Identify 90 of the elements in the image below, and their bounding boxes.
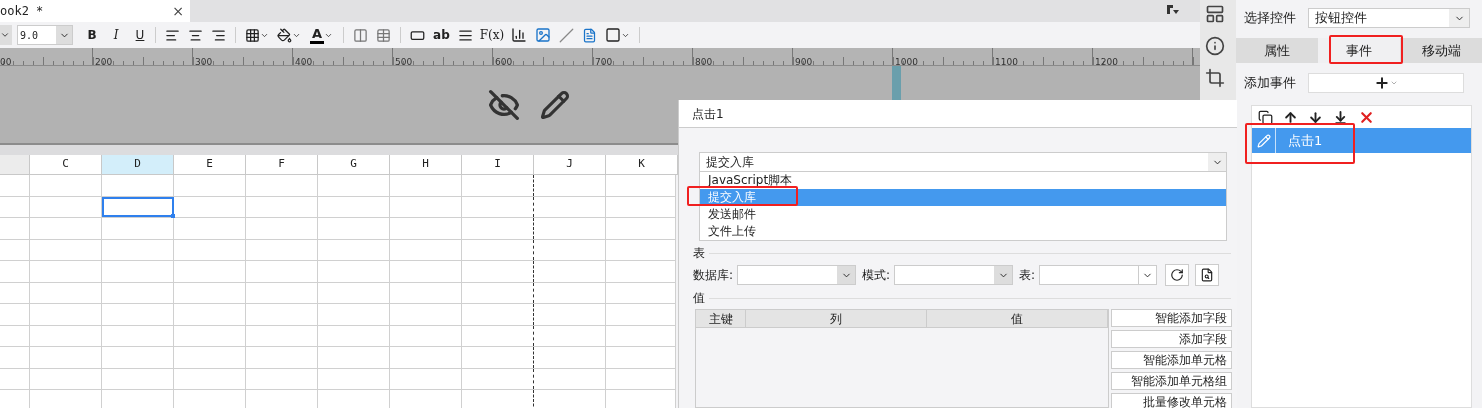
align-left-icon (165, 27, 180, 43)
bar-chart-icon (511, 27, 528, 43)
font-color-button[interactable]: A (306, 24, 338, 46)
ruler-label: 1200 (1095, 57, 1118, 65)
paint-bucket-icon (277, 27, 292, 43)
dropdown-option[interactable]: 发送邮件 (700, 206, 1226, 223)
action-button[interactable]: 智能添加字段 (1111, 309, 1232, 327)
field-label: 数据库: (693, 267, 734, 284)
action-button[interactable]: 智能添加单元格组 (1111, 372, 1232, 390)
slash-icon (559, 27, 575, 43)
align-center-icon (188, 27, 203, 43)
select-field[interactable] (1039, 265, 1158, 285)
ruler-label: 500 (395, 57, 413, 65)
column-header[interactable]: E (174, 155, 246, 175)
ruler-label: 1000 (895, 57, 918, 65)
document-tab[interactable]: ook2 * × (0, 0, 190, 22)
format-button[interactable]: I (107, 25, 125, 45)
field-label: 模式: (862, 267, 891, 284)
plus-icon (1374, 75, 1390, 91)
action-button[interactable]: 批量修改单元格 (1111, 393, 1232, 408)
column-header[interactable]: J (534, 155, 606, 175)
section-label: 表 (693, 245, 705, 262)
ruler-label: 400 (295, 57, 313, 65)
ruler-label: 800 (695, 57, 713, 65)
refresh-button[interactable] (1165, 264, 1190, 286)
column-header[interactable]: H (390, 155, 462, 175)
dialog-title: 点击1 (692, 105, 724, 123)
grid-cell[interactable] (102, 196, 174, 217)
font-size-select[interactable]: 9.0 (17, 25, 73, 45)
eye-off-icon[interactable] (488, 88, 520, 121)
pencil-icon[interactable] (540, 89, 570, 120)
close-icon[interactable]: × (172, 0, 184, 22)
select-field[interactable] (894, 265, 1014, 285)
section-label: 值 (693, 290, 705, 307)
formula-button[interactable]: F(x) (477, 24, 507, 46)
panel-tab[interactable]: 属性 (1236, 38, 1318, 63)
field-label: 表: (1019, 267, 1036, 284)
column-header[interactable]: G (318, 155, 390, 175)
caret-icon (1390, 79, 1398, 87)
add-event-label: 添加事件 (1244, 74, 1296, 93)
ruler-label: 00 (0, 57, 12, 65)
dropdown-menu-icon[interactable] (1166, 4, 1180, 16)
panel-tab[interactable]: 事件 (1318, 38, 1400, 63)
action-button[interactable]: 添加字段 (1111, 330, 1232, 348)
lines-icon (457, 27, 473, 43)
ruler-label: 900 (795, 57, 813, 65)
ruler-label: 300 (195, 57, 213, 65)
widget-select[interactable]: 按钮控件 (1308, 8, 1470, 28)
refresh-icon (1170, 268, 1185, 282)
ruler-label: 1100 (995, 57, 1018, 65)
dropdown-option[interactable]: 文件上传 (700, 223, 1226, 240)
crop-icon[interactable] (1205, 68, 1225, 88)
layout-icon[interactable] (1205, 4, 1225, 24)
font-select[interactable] (0, 25, 12, 45)
add-event-button[interactable] (1308, 73, 1464, 93)
square-icon (605, 27, 622, 43)
table-header: 主键 (696, 310, 746, 327)
table-header: 值 (927, 310, 1108, 327)
column-header[interactable]: D (102, 155, 174, 175)
document-icon (582, 27, 598, 43)
file-search-icon (1200, 268, 1215, 282)
caret-icon (0, 30, 10, 40)
arrow-down-icon[interactable] (1308, 109, 1323, 125)
image-icon (535, 27, 552, 43)
action-select[interactable]: 提交入库 (699, 152, 1227, 172)
text-widget-button[interactable]: ab (430, 24, 453, 46)
grid-icon (245, 27, 260, 43)
format-button[interactable]: U (131, 25, 149, 45)
column-header[interactable]: F (246, 155, 318, 175)
panel-tab[interactable]: 移动端 (1400, 38, 1482, 63)
select-label: 选择控件 (1244, 9, 1296, 28)
copy-icon[interactable] (1258, 109, 1273, 125)
fill-handle[interactable] (171, 214, 175, 218)
action-button[interactable]: 智能添加单元格 (1111, 351, 1232, 369)
column-header[interactable]: K (606, 155, 678, 175)
move-bottom-icon[interactable] (1333, 109, 1348, 125)
table-icon (376, 27, 392, 43)
format-button[interactable]: B (83, 25, 101, 45)
preview-button[interactable] (1195, 264, 1220, 286)
select-field[interactable] (737, 265, 857, 285)
align-right-icon (211, 27, 226, 43)
ruler-label: 600 (495, 57, 513, 65)
table-header: 列 (746, 310, 927, 327)
column-header[interactable]: I (462, 155, 534, 175)
ruler-label: 700 (595, 57, 613, 65)
column-header[interactable]: C (30, 155, 102, 175)
ruler-label: 200 (95, 57, 113, 65)
columns-icon (353, 27, 369, 43)
dropdown-option[interactable]: JavaScript脚本 (700, 172, 1226, 189)
info-icon[interactable] (1205, 36, 1225, 56)
